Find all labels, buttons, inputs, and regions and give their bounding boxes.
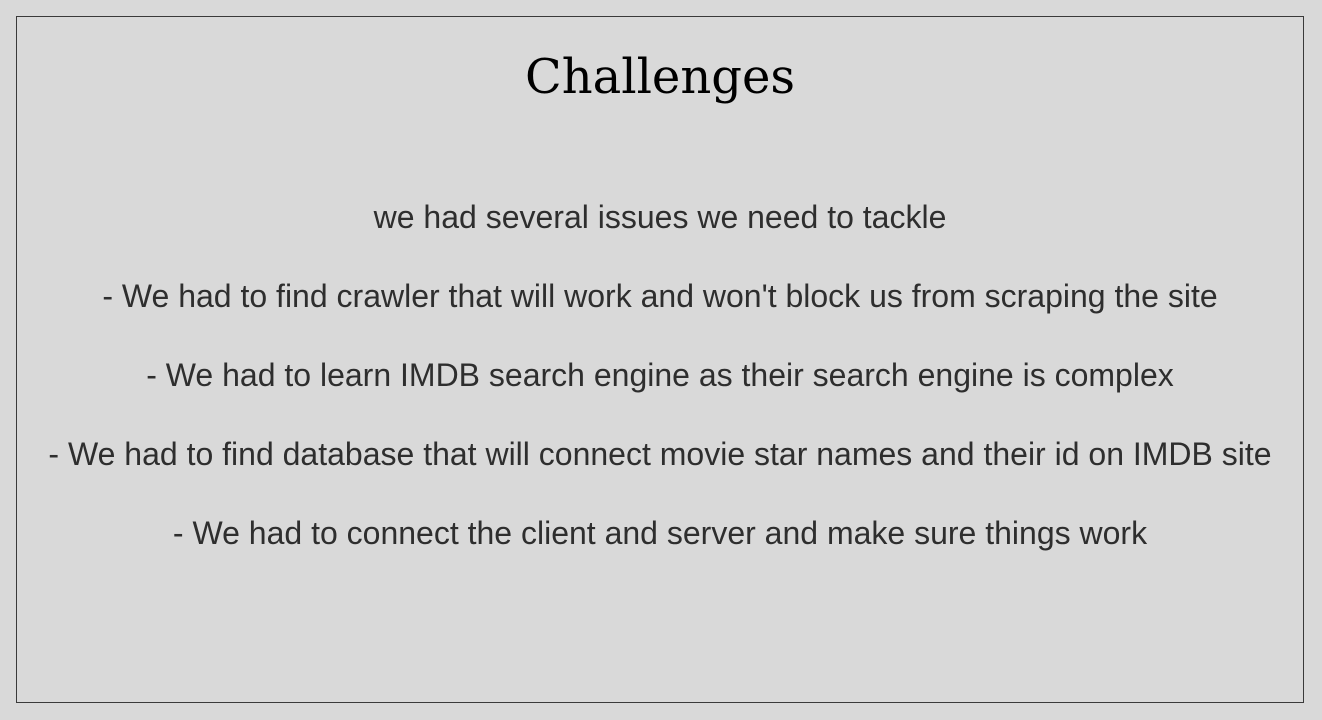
intro-line: we had several issues we need to tackle [373, 199, 947, 235]
slide-frame: Challenges we had several issues we need… [16, 16, 1304, 703]
bullet-database: - We had to find database that will conn… [48, 436, 1272, 472]
bullet-imdb-search: - We had to learn IMDB search engine as … [146, 357, 1174, 393]
bullet-client-server: - We had to connect the client and serve… [172, 515, 1148, 551]
slide-title: Challenges [524, 49, 796, 105]
bullet-crawler: - We had to find crawler that will work … [102, 278, 1218, 314]
slide-body: we had several issues we need to tackle … [17, 197, 1303, 592]
